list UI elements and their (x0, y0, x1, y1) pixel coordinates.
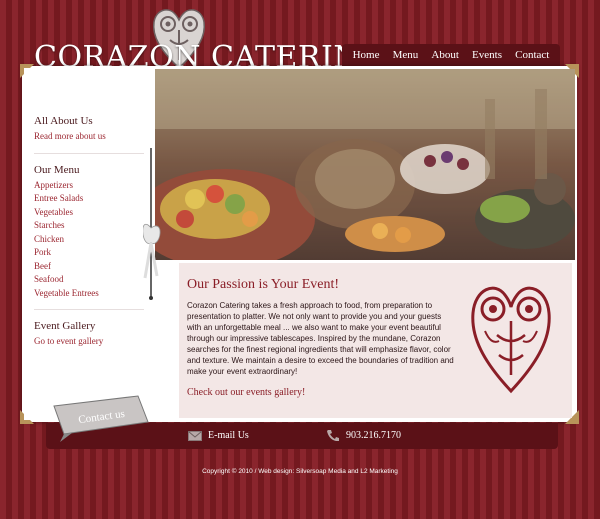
email-link[interactable]: E-mail Us (188, 430, 249, 441)
read-more-link[interactable]: Read more about us (34, 130, 144, 144)
menu-item-chicken[interactable]: Chicken (34, 233, 144, 247)
sidebar-gallery: Event Gallery Go to event gallery (34, 319, 144, 358)
event-gallery-link[interactable]: Go to event gallery (34, 335, 144, 349)
contact-us-tab[interactable]: Contact us (48, 392, 154, 442)
site-header: CORAZON CATERING Home Menu About Events … (0, 0, 600, 75)
menu-item-pork[interactable]: Pork (34, 246, 144, 260)
menu-item-beef[interactable]: Beef (34, 260, 144, 274)
events-gallery-link[interactable]: Check out our events gallery! (187, 387, 305, 398)
menu-item-appetizers[interactable]: Appetizers (34, 179, 144, 193)
sidebar-about: All About Us Read more about us (34, 114, 144, 154)
envelope-icon (188, 430, 202, 441)
nav-about[interactable]: About (431, 49, 459, 61)
phone-label: 903.216.7170 (346, 429, 401, 441)
sidebar-gallery-title: Event Gallery (34, 320, 96, 332)
ornate-heart-icon (471, 286, 551, 394)
phone-number: 903.216.7170 (326, 429, 401, 441)
ribbon-decoration (143, 148, 161, 300)
main-content: Our Passion is Your Event! Corazon Cater… (179, 263, 572, 418)
phone-icon (327, 430, 339, 441)
sidebar-menu: Our Menu Appetizers Entree Salads Vegeta… (34, 163, 144, 310)
copyright-text: Copyright © 2010 / Web design: Silversoa… (202, 468, 398, 475)
menu-item-vegetables[interactable]: Vegetables (34, 206, 144, 220)
nav-home[interactable]: Home (353, 49, 380, 61)
nav-menu[interactable]: Menu (393, 49, 419, 61)
main-body-text: Corazon Catering takes a fresh approach … (187, 301, 454, 376)
main-nav: Home Menu About Events Contact (342, 44, 560, 66)
sidebar: All About Us Read more about us Our Menu… (24, 68, 154, 420)
email-label[interactable]: E-mail Us (208, 430, 249, 441)
nav-events[interactable]: Events (472, 49, 502, 61)
menu-item-entree-salads[interactable]: Entree Salads (34, 192, 144, 206)
sidebar-menu-title: Our Menu (34, 163, 80, 176)
nav-contact[interactable]: Contact (515, 49, 549, 61)
menu-item-seafood[interactable]: Seafood (34, 273, 144, 287)
sidebar-about-title: All About Us (34, 115, 93, 127)
hero-food-photo (155, 69, 575, 260)
menu-item-starches[interactable]: Starches (34, 219, 144, 233)
menu-item-vegetable-entrees[interactable]: Vegetable Entrees (34, 287, 144, 301)
